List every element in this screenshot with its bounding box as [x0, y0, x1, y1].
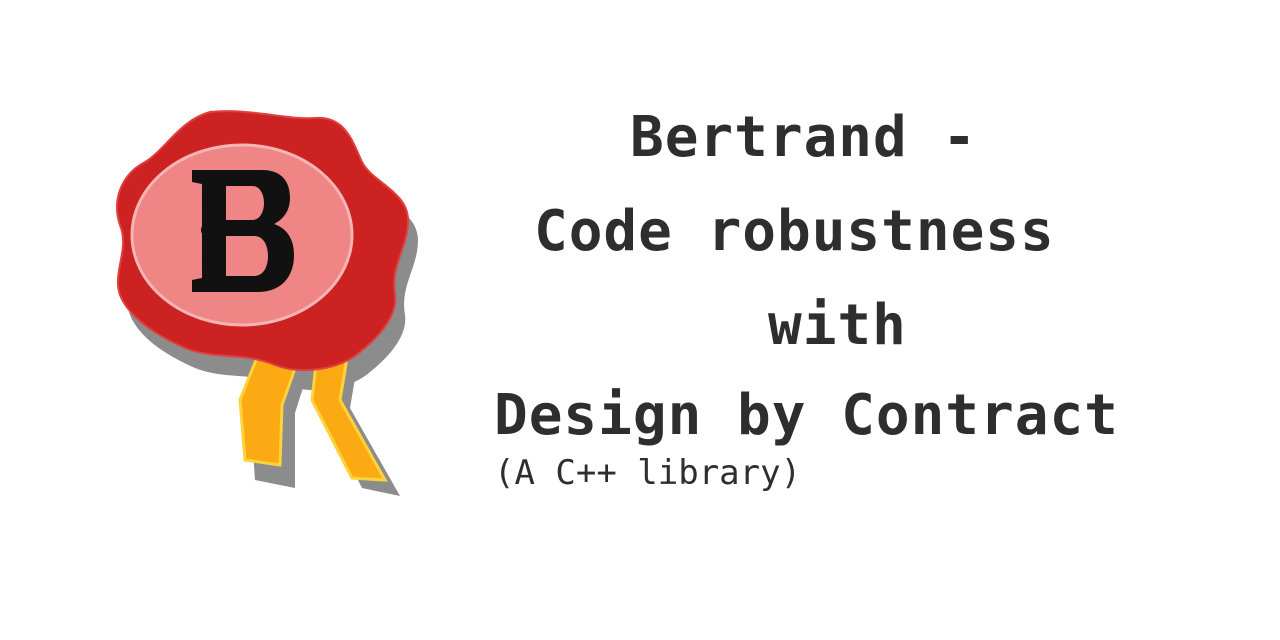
title-line-1: Bertrand -: [630, 105, 978, 170]
seal-icon: [116, 110, 418, 496]
title-line-3: with: [768, 293, 907, 358]
subtitle: (A C++ library): [494, 453, 802, 493]
bertrand-seal-logo: [90, 100, 430, 500]
title-line-2: Code robustness: [534, 199, 1055, 264]
title-line-4: Design by Contract: [494, 383, 1119, 448]
